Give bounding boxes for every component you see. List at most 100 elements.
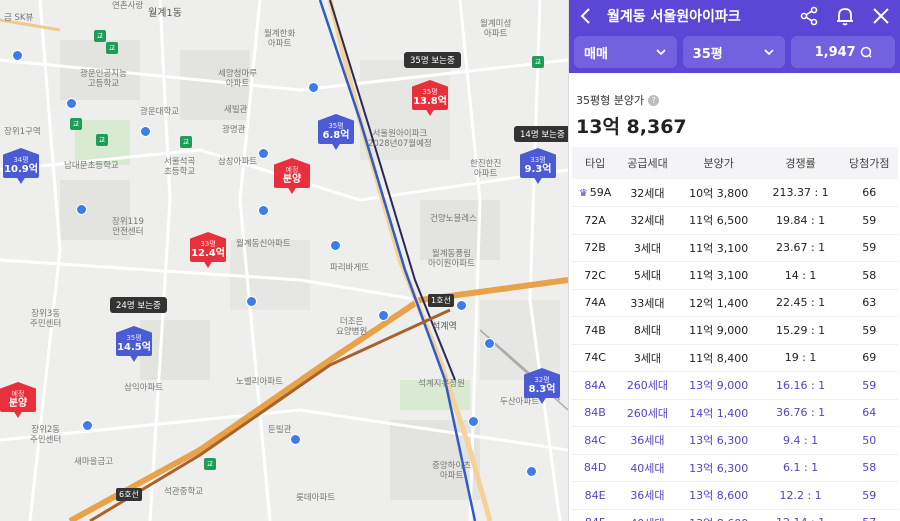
cell-type: 84B: [572, 399, 619, 427]
units-table: 타입 공급세대 분양가 경쟁률 당첨가점 ♛ 59A 32세대 10억 3,800 21…: [572, 147, 898, 521]
map-label-seokgwan-hs: 석관중학교: [164, 487, 204, 497]
cell-price: 11억 8,400: [676, 344, 761, 372]
cell-units: 260세대: [618, 399, 677, 427]
comment-icon: [860, 46, 872, 58]
bus-stop-icon[interactable]: [258, 148, 269, 159]
cell-price: 13억 8,600: [676, 509, 761, 521]
cell-type: 74B: [572, 316, 619, 345]
cell-ratio: 22.45 : 1: [760, 289, 841, 317]
cell-price: 13억 6,300: [676, 426, 761, 455]
price-pin[interactable]: 예정 분양: [274, 158, 310, 196]
map-label-sangsa: 삼창아파트: [218, 157, 258, 167]
school-icon[interactable]: 교: [94, 30, 106, 42]
table-row: 84E 36세대 13억 8,600 12.2 : 1 59: [572, 481, 898, 510]
col-ratio: 경쟁률: [760, 147, 841, 179]
bus-stop-icon[interactable]: [82, 420, 93, 431]
crown-icon: ♛: [578, 188, 588, 199]
map-label-seokgye-park: 석계지유정원: [418, 379, 465, 389]
school-icon[interactable]: 교: [204, 458, 216, 470]
size-select[interactable]: 35평: [682, 36, 786, 68]
price-pin[interactable]: 33평 9.3억: [520, 148, 556, 186]
school-icon[interactable]: 교: [96, 134, 108, 146]
map-label-wolgye-sinapt: 월계동신아파트: [236, 239, 291, 249]
cell-type: 74A: [572, 289, 619, 317]
bus-stop-icon[interactable]: [526, 466, 537, 477]
map-label-jangwi2: 장위2동 주민센터: [30, 425, 62, 445]
price-pin[interactable]: 35평 6.8억: [318, 114, 354, 152]
table-row: 74C 3세대 11억 8,400 19 : 1 69: [572, 344, 898, 372]
map-label-seoulsum-elem: 서울석곡 초등학교: [164, 157, 196, 177]
price-pin[interactable]: 예정 분양: [0, 382, 36, 420]
school-icon[interactable]: 교: [532, 56, 544, 68]
cell-price: 11억 3,100: [676, 234, 761, 262]
back-arrow-icon[interactable]: [577, 7, 595, 25]
bus-stop-icon[interactable]: [66, 98, 77, 109]
map-label-novelia: 노벨리아파트: [236, 377, 283, 387]
price-pin[interactable]: 35평 14.5억: [116, 326, 152, 364]
station-line6-badge[interactable]: 6호선: [116, 488, 142, 501]
price-pin[interactable]: 35평 13.8억: [412, 80, 448, 118]
bus-stop-icon[interactable]: [468, 416, 479, 427]
trade-type-select[interactable]: 매매: [574, 36, 677, 68]
cell-price: 13억 8,600: [676, 481, 761, 510]
table-row: ♛ 59A 32세대 10억 3,800 213.37 : 1 66: [572, 179, 898, 207]
bus-stop-icon[interactable]: [290, 434, 301, 445]
map-label-jungang: 중앙하이츠 아파트: [432, 461, 472, 481]
cell-type: 84F: [572, 509, 619, 521]
cell-ratio: 16.16 : 1: [760, 371, 841, 400]
cell-ratio: 14 : 1: [760, 261, 841, 290]
sale-price: 13억 8,367: [576, 116, 687, 138]
map-label-gwangun-hs: 광운인공지능 고등학교: [80, 69, 127, 89]
close-icon[interactable]: [870, 5, 892, 27]
cell-type: 84D: [572, 454, 619, 482]
comments-button[interactable]: 1,947: [791, 36, 895, 68]
col-score: 당첨가점: [840, 147, 898, 179]
cell-ratio: 12.2 : 1: [760, 481, 841, 510]
bus-stop-icon[interactable]: [246, 296, 257, 307]
bus-stop-icon[interactable]: [308, 82, 319, 93]
table-row: 74B 8세대 11억 9,000 15.29 : 1 59: [572, 316, 898, 345]
table-row: 74A 33세대 12억 1,400 22.45 : 1 63: [572, 289, 898, 317]
cell-price: 10억 3,800: [676, 179, 761, 207]
col-units: 공급세대: [618, 147, 677, 179]
map-label-jangwi119: 장위119 안전센터: [112, 217, 144, 237]
cell-ratio: 19.84 : 1: [760, 206, 841, 235]
cell-price: 13억 9,000: [676, 371, 761, 400]
map-label-wolgye-dongbu: 월계동풍림 아이원아파트: [428, 249, 475, 269]
bus-stop-icon[interactable]: [12, 50, 23, 61]
cell-score: 58: [840, 261, 898, 290]
bus-stop-icon[interactable]: [76, 204, 87, 215]
cell-score: 59: [840, 316, 898, 345]
map-label-saemal: 새빌관: [224, 105, 248, 115]
price-pin[interactable]: 32평 8.3억: [524, 368, 560, 406]
cell-units: 40세대: [618, 454, 677, 482]
bus-stop-icon[interactable]: [484, 338, 495, 349]
cell-ratio: 9.4 : 1: [760, 426, 841, 455]
school-icon[interactable]: 교: [70, 118, 82, 130]
bus-stop-icon[interactable]: [330, 240, 341, 251]
bus-stop-icon[interactable]: [140, 126, 151, 137]
cell-ratio: 23.67 : 1: [760, 234, 841, 262]
cell-type: 72B: [572, 234, 619, 262]
bus-stop-icon[interactable]: [258, 205, 269, 216]
comment-count: 1,947: [814, 44, 856, 60]
price-pin[interactable]: 34평 10.9억: [3, 148, 39, 186]
map-label-sk: 금 SK뷰: [4, 13, 34, 23]
bus-stop-icon[interactable]: [456, 300, 467, 311]
cell-ratio: 15.29 : 1: [760, 316, 841, 345]
cell-price: 11억 6,500: [676, 206, 761, 235]
cell-ratio: 19 : 1: [760, 344, 841, 372]
price-pin[interactable]: 33평 12.4억: [190, 232, 226, 270]
bell-icon[interactable]: [834, 5, 856, 27]
help-icon[interactable]: ?: [648, 94, 660, 106]
table-row: 72C 5세대 11억 3,100 14 : 1 58: [572, 261, 898, 290]
school-icon[interactable]: 교: [180, 136, 192, 148]
map-label-jangwi3: 장위3동 주민센터: [30, 309, 62, 329]
bus-stop-icon[interactable]: [378, 310, 389, 321]
share-icon[interactable]: [798, 5, 820, 27]
school-icon[interactable]: 교: [106, 42, 118, 54]
cell-score: 59: [840, 206, 898, 235]
map-view[interactable]: 월계1동 금 SK뷰 연촌사랑 광운인공지능 고등학교 광운대학교 서울원아이파…: [0, 0, 568, 521]
cell-price: 11억 3,100: [676, 261, 761, 290]
station-line1-badge[interactable]: 1호선: [428, 294, 454, 307]
